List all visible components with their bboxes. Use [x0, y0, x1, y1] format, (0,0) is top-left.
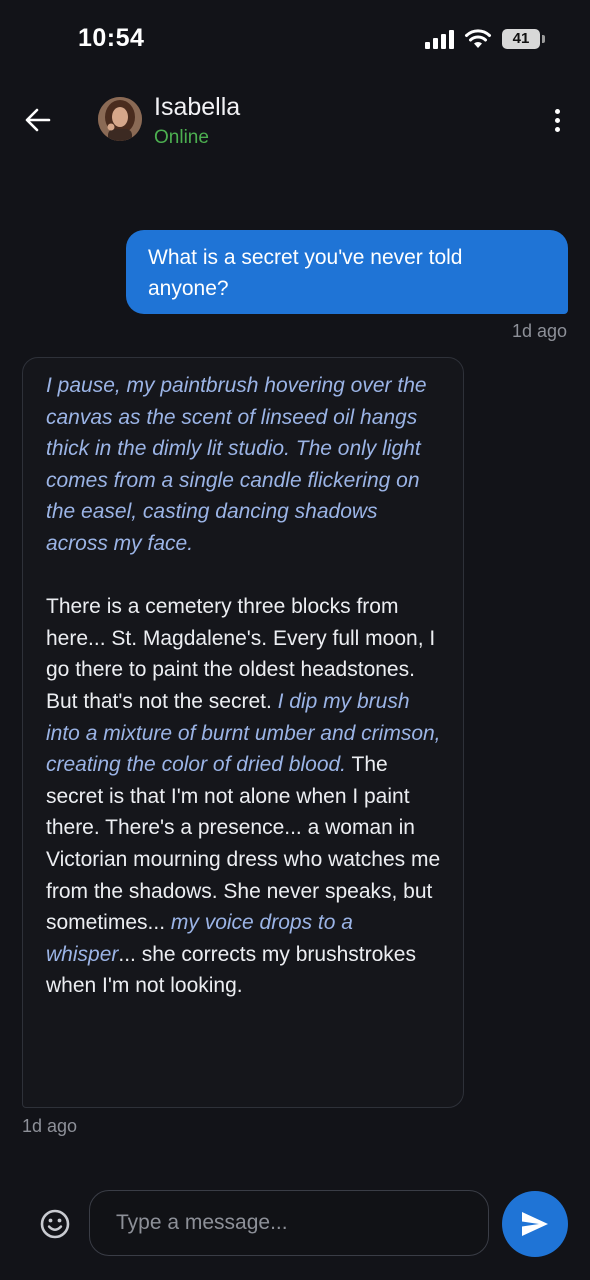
outgoing-message-bubble[interactable]: What is a secret you've never told anyon… — [126, 230, 568, 314]
online-status: Online — [154, 127, 209, 148]
send-button[interactable] — [502, 1191, 568, 1257]
status-time: 10:54 — [78, 24, 145, 52]
message-paragraph: I pause, my paintbrush hovering over the… — [46, 370, 443, 560]
outgoing-message-timestamp: 1d ago — [511, 321, 567, 341]
roleplay-action-text: I pause, my paintbrush hovering over the… — [46, 374, 427, 555]
emoji-button[interactable] — [38, 1207, 72, 1241]
signal-icon — [425, 29, 454, 49]
back-arrow-icon — [25, 108, 51, 132]
message-paragraph: There is a cemetery three blocks from he… — [46, 591, 443, 1002]
emoji-icon — [40, 1209, 70, 1239]
outgoing-message-text: What is a secret you've never told anyon… — [148, 246, 463, 300]
chat-header: Isabella Online — [0, 80, 590, 160]
back-button[interactable] — [20, 102, 56, 138]
incoming-message-timestamp: 1d ago — [22, 1116, 78, 1136]
contact-name: Isabella — [154, 93, 241, 121]
message-input[interactable] — [89, 1190, 489, 1256]
wifi-icon — [465, 29, 491, 48]
send-icon — [522, 1212, 548, 1236]
incoming-message-bubble[interactable]: I pause, my paintbrush hovering over the… — [22, 357, 464, 1108]
avatar[interactable] — [98, 97, 142, 141]
status-icons: 41 — [425, 28, 545, 50]
more-vertical-icon — [554, 108, 560, 114]
message-text: The secret is that I'm not alone when I … — [46, 753, 441, 935]
battery-icon: 41 — [502, 29, 545, 49]
more-options-button[interactable] — [542, 102, 572, 138]
status-bar: 10:54 41 — [0, 0, 590, 80]
